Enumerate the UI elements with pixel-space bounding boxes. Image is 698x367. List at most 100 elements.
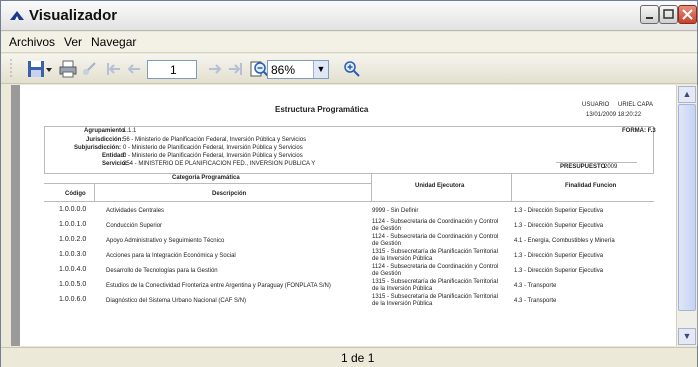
row-finalidad: 1.3 - Dirección Superior Ejecutiva [514, 253, 604, 259]
previous-page-icon[interactable] [125, 60, 143, 78]
header-categoria: Categoría Programática [172, 175, 240, 181]
next-page-icon[interactable] [206, 60, 224, 78]
export-icon[interactable] [81, 60, 99, 78]
header-unidad: Unidad Ejecutora [415, 183, 465, 189]
table-row: 1.0.0.0.0 Actividades Centrales 9999 - S… [20, 206, 676, 218]
scroll-up-button[interactable]: ▲ [678, 86, 696, 103]
row-finalidad: 1.3 - Dirección Superior Ejecutiva [514, 268, 604, 274]
scroll-down-button[interactable]: ▼ [678, 328, 696, 345]
row-unidad-cont: de Gestión [372, 271, 402, 277]
report-page: Estructura Programática USUARIO URIEL CA… [20, 85, 676, 346]
row-finalidad: 4.1 - Energía, Combustibles y Minería [514, 238, 615, 244]
minimize-icon [646, 17, 653, 19]
row-unidad-cont: de Gestión [372, 226, 402, 232]
row-codigo: 1.0.0.0.0 [59, 206, 87, 213]
row-unidad: 9999 - Sin Definir [372, 208, 419, 214]
box-top-line [44, 126, 654, 127]
row-finalidad: 1.3 - Dirección Superior Ejecutiva [514, 223, 604, 229]
row-descripcion: Conducción Superior [106, 223, 163, 229]
last-page-icon[interactable] [226, 60, 244, 78]
header-top-line [44, 173, 654, 174]
row-codigo: 1.0.0.1.0 [59, 221, 87, 228]
row-unidad: 1124 - Subsecretaria de Coordinación y C… [372, 219, 499, 225]
window-title: Visualizador [29, 7, 118, 24]
usuario-value: URIEL CAPA [618, 102, 654, 108]
header-divider-1 [371, 173, 372, 201]
usuario-label: USUARIO [582, 102, 610, 108]
form-label: FORMA: F.3 [622, 128, 656, 134]
presupuesto-label: PRESUPUESTO [560, 164, 606, 170]
subjurisdiccion-label: Subjurisdicción: [74, 145, 122, 151]
header-finalidad: Finalidad Funcion [565, 183, 617, 189]
header-divider-2 [511, 173, 512, 201]
row-unidad: 1315 - Subsecretaría de Planificación Te… [372, 249, 498, 255]
close-icon [682, 9, 693, 20]
maximize-icon [663, 9, 674, 19]
toolbar-grip-icon [10, 59, 12, 79]
presupuesto-box-top [556, 162, 637, 163]
page-number-field[interactable]: 1 [147, 60, 197, 79]
header-divider-3 [94, 183, 95, 201]
box-left-line [44, 126, 45, 173]
row-descripcion: Estudios de la Conectividad Fronteriza e… [106, 283, 331, 289]
row-descripcion: Apoyo Administrativo y Seguimiento Técni… [106, 238, 225, 244]
jurisdiccion-value: 56 - Ministerio de Planificación Federal… [123, 137, 307, 143]
header-bottom-line [44, 201, 654, 202]
status-bar: 1 de 1 [1, 347, 697, 367]
maximize-button[interactable] [659, 5, 678, 24]
zoom-dropdown-button[interactable]: ▼ [313, 61, 328, 78]
row-codigo: 1.0.0.4.0 [59, 266, 87, 273]
row-unidad: 1124 - Subsecretaria de Coordinación y C… [372, 264, 499, 270]
table-row: 1.0.0.5.0 Estudios de la Conectividad Fr… [20, 279, 676, 293]
menu-bar: Archivos Ver Navegar [1, 32, 697, 53]
toolbar [1, 54, 697, 84]
page-status: 1 de 1 [341, 351, 375, 365]
row-descripcion: Acciones para la Integración Económica y… [106, 253, 236, 259]
presupuesto-value: 2009 [604, 164, 618, 170]
app-icon [10, 11, 24, 20]
header-descripcion: Descripción [212, 191, 247, 197]
close-button[interactable] [678, 5, 697, 24]
row-finalidad: 4.3 - Transporte [514, 283, 557, 289]
row-unidad: 1124 - Subsecretaria de Coordinación y C… [372, 234, 499, 240]
agrupamiento-value: 1.1.1 [123, 128, 137, 134]
agrupamiento-label: Agrupamiento [84, 128, 125, 134]
row-codigo: 1.0.0.2.0 [59, 236, 87, 243]
viewer-window: Visualizador Archivos Ver Navegar 1 Estr… [0, 0, 698, 367]
row-unidad-cont: de la Inversión Pública [372, 286, 433, 292]
row-finalidad: 1.3 - Dirección Superior Ejecutiva [514, 208, 604, 214]
save-dropdown-icon[interactable] [45, 60, 53, 78]
menu-ver[interactable]: Ver [64, 35, 82, 49]
table-row: 1.0.0.2.0 Apoyo Administrativo y Seguimi… [20, 234, 676, 248]
subjurisdiccion-value: 0 - Ministerio de Planificación Federal,… [123, 145, 303, 151]
table-row: 1.0.0.6.0 Diagnóstico del Sistema Urbano… [20, 294, 676, 308]
row-codigo: 1.0.0.6.0 [59, 296, 87, 303]
first-page-icon[interactable] [105, 60, 123, 78]
row-unidad: 1315 - Subsecretaría de Planificación Te… [372, 279, 498, 285]
entidad-value: 0 - Ministerio de Planificación Federal,… [123, 153, 303, 159]
table-row: 1.0.0.1.0 Conducción Superior 1124 - Sub… [20, 219, 676, 233]
table-row: 1.0.0.3.0 Acciones para la Integración E… [20, 249, 676, 263]
jurisdiccion-label: Jurisdicción: [86, 137, 124, 143]
menu-navegar[interactable]: Navegar [91, 35, 136, 49]
row-codigo: 1.0.0.3.0 [59, 251, 87, 258]
row-descripcion: Actividades Centrales [106, 208, 165, 214]
row-finalidad: 4.3 - Transporte [514, 298, 557, 304]
zoom-in-icon[interactable] [343, 60, 361, 78]
report-datetime: 13/01/2009 18:20:22 [586, 112, 642, 118]
title-bar[interactable]: Visualizador [1, 1, 697, 31]
row-descripcion: Diagnóstico del Sistema Urbano Nacional … [106, 298, 247, 304]
report-title: Estructura Programática [275, 105, 369, 114]
header-codigo: Código [65, 191, 86, 197]
row-unidad-cont: de la Inversión Pública [372, 301, 433, 307]
scroll-thumb[interactable] [678, 104, 696, 311]
print-icon[interactable] [59, 60, 77, 78]
row-unidad-cont: de Gestión [372, 241, 402, 247]
menu-archivos[interactable]: Archivos [9, 35, 55, 49]
save-icon[interactable] [27, 60, 45, 78]
minimize-button[interactable] [640, 5, 659, 24]
servicio-value: 354 - MINISTERIO DE PLANIFICACION FED., … [123, 161, 316, 167]
row-descripcion: Desarrollo de Tecnologías para la Gestió… [106, 268, 218, 274]
table-row: 1.0.0.4.0 Desarrollo de Tecnologías para… [20, 264, 676, 278]
vertical-scrollbar[interactable]: ▲ ▼ [676, 85, 697, 346]
